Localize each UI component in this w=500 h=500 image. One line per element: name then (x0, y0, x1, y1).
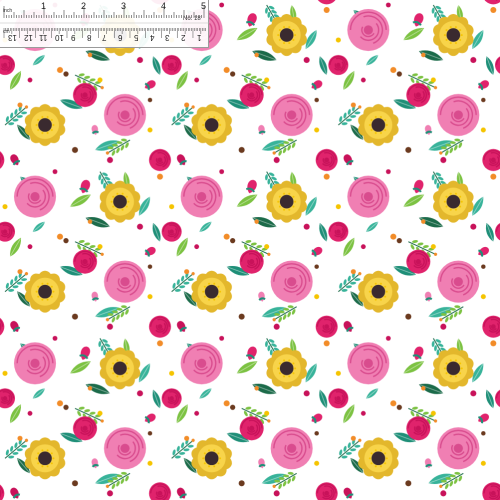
cm-label: 8 (86, 33, 92, 42)
swatch-number-label: No. 18 (183, 16, 201, 22)
cm-label: 5 (133, 33, 139, 42)
inch-label: 2 (81, 1, 87, 11)
cm-label: 9 (70, 33, 76, 42)
floral-pattern (0, 0, 500, 500)
cm-label: 2 (181, 33, 186, 42)
cm-label: 3 (165, 33, 170, 42)
cm-label: 10 (55, 33, 65, 42)
cm-label: 1 (196, 33, 202, 42)
cm-label: 7 (102, 33, 107, 42)
inch-label: 4 (161, 1, 167, 11)
cm-label: 13 (8, 33, 17, 42)
cm-label: 4 (149, 33, 155, 42)
cm-label: 6 (118, 33, 123, 42)
inch-label: 5 (201, 1, 207, 11)
measuring-ruler: inch cm No. 18 12345 13 12 11 10 9 8 7 6 5 4 3 2 1 (0, 0, 209, 48)
inch-label: 3 (121, 1, 127, 11)
inch-label: 1 (41, 1, 47, 11)
cm-label: 11 (39, 33, 48, 42)
ruler-unit-inch: inch (3, 8, 13, 14)
cm-label: 12 (23, 33, 33, 42)
